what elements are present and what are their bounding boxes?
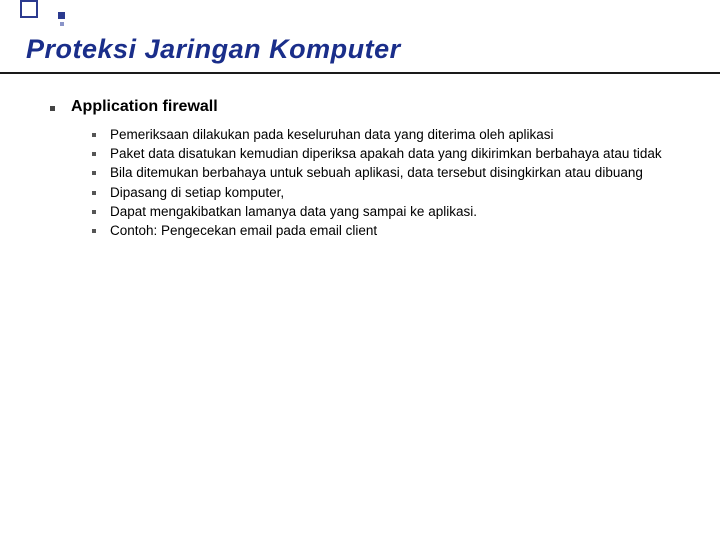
bullet-icon bbox=[92, 229, 96, 233]
bullet-icon bbox=[92, 171, 96, 175]
bullet-level1: Application firewall Pemeriksaan dilakuk… bbox=[50, 98, 700, 240]
decoration-square-small bbox=[58, 12, 65, 19]
section-heading-row: Application firewall bbox=[50, 98, 700, 116]
list-item-text: Pemeriksaan dilakukan pada keseluruhan d… bbox=[110, 126, 554, 144]
list-item-text: Dapat mengakibatkan lamanya data yang sa… bbox=[110, 203, 477, 221]
list-item: Pemeriksaan dilakukan pada keseluruhan d… bbox=[92, 126, 700, 144]
decoration-square-outline bbox=[20, 0, 38, 18]
bullet-icon bbox=[92, 191, 96, 195]
title-underline bbox=[0, 72, 720, 74]
slide-title: Proteksi Jaringan Komputer bbox=[26, 34, 401, 65]
decoration-square-tiny bbox=[60, 22, 64, 26]
bullet-icon bbox=[92, 152, 96, 156]
list-item-text: Contoh: Pengecekan email pada email clie… bbox=[110, 222, 377, 240]
bullet-icon bbox=[92, 210, 96, 214]
list-item: Dipasang di setiap komputer, bbox=[92, 184, 700, 202]
slide-decoration bbox=[20, 0, 38, 18]
section-heading: Application firewall bbox=[71, 98, 218, 116]
list-item-text: Dipasang di setiap komputer, bbox=[110, 184, 284, 202]
list-item: Paket data disatukan kemudian diperiksa … bbox=[92, 145, 700, 163]
list-item: Contoh: Pengecekan email pada email clie… bbox=[92, 222, 700, 240]
list-item: Dapat mengakibatkan lamanya data yang sa… bbox=[92, 203, 700, 221]
bullet-level2-list: Pemeriksaan dilakukan pada keseluruhan d… bbox=[92, 126, 700, 240]
bullet-icon bbox=[50, 106, 55, 111]
list-item-text: Paket data disatukan kemudian diperiksa … bbox=[110, 145, 662, 163]
slide-content: Application firewall Pemeriksaan dilakuk… bbox=[50, 98, 700, 240]
list-item-text: Bila ditemukan berbahaya untuk sebuah ap… bbox=[110, 164, 643, 182]
bullet-icon bbox=[92, 133, 96, 137]
list-item: Bila ditemukan berbahaya untuk sebuah ap… bbox=[92, 164, 700, 182]
